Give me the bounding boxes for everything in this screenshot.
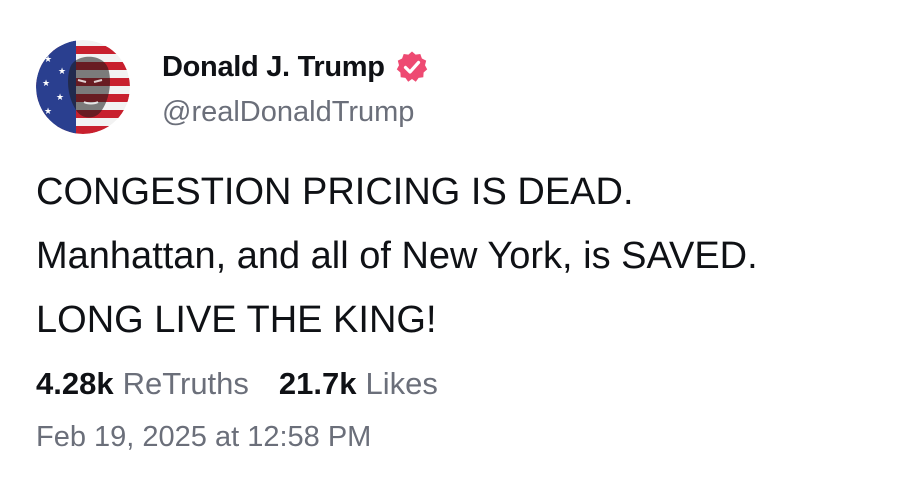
likes-label: Likes: [365, 366, 438, 401]
author-name-row: Donald J. Trump: [162, 44, 429, 90]
svg-text:★: ★: [44, 107, 52, 117]
retruths-label: ReTruths: [122, 366, 249, 401]
post-body-line: LONG LIVE THE KING!: [36, 299, 437, 341]
avatar[interactable]: ★ ★ ★ ★ ★: [36, 40, 130, 134]
svg-text:★: ★: [58, 67, 66, 77]
author-display-name[interactable]: Donald J. Trump: [162, 51, 385, 84]
verified-badge-icon: [395, 50, 429, 84]
flag-portrait-avatar-icon: ★ ★ ★ ★ ★: [36, 40, 130, 134]
retruths-count: 4.28k: [36, 366, 114, 401]
post-stats: 4.28k ReTruths 21.7k Likes: [36, 366, 438, 402]
post-body: CONGESTION PRICING IS DEAD. Manhattan, a…: [36, 160, 876, 352]
svg-text:★: ★: [56, 93, 64, 103]
post-body-line: CONGESTION PRICING IS DEAD.: [36, 171, 634, 213]
svg-text:★: ★: [42, 79, 50, 89]
truth-post: ★ ★ ★ ★ ★ Donald J. Trump @realDonaldTru…: [0, 0, 900, 492]
retruths-stat[interactable]: 4.28k ReTruths: [36, 366, 249, 402]
author-handle[interactable]: @realDonaldTrump: [162, 96, 414, 129]
post-body-line: Manhattan, and all of New York, is SAVED…: [36, 235, 758, 277]
post-timestamp[interactable]: Feb 19, 2025 at 12:58 PM: [36, 421, 371, 454]
svg-text:★: ★: [44, 55, 52, 65]
likes-stat[interactable]: 21.7k Likes: [279, 366, 438, 402]
likes-count: 21.7k: [278, 366, 357, 401]
